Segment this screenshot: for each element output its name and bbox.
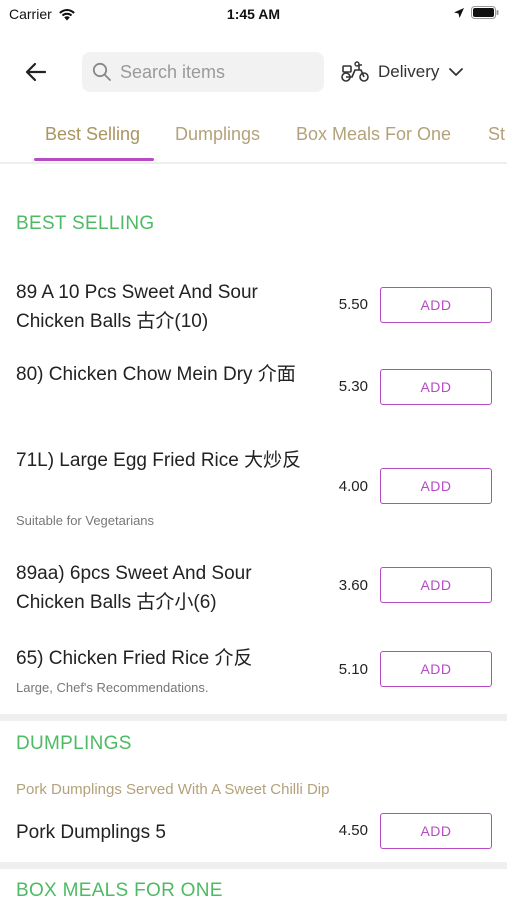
chevron-down-icon — [449, 68, 464, 76]
item-price: 5.10 — [338, 661, 368, 678]
item-price: 4.50 — [338, 822, 368, 839]
section-divider — [0, 714, 507, 721]
search-icon — [92, 62, 111, 81]
tab-box-meals-for-one[interactable]: Box Meals For One — [296, 124, 451, 145]
tab-dumplings[interactable]: Dumplings — [175, 124, 260, 145]
back-button[interactable] — [20, 56, 52, 88]
search-input[interactable] — [120, 61, 310, 83]
item-name: 71L) Large Egg Fried Rice 大炒反 — [16, 450, 302, 471]
item-price: 5.30 — [338, 378, 368, 395]
section-title-dumplings: DUMPLINGS — [16, 733, 132, 754]
section-divider — [0, 862, 507, 869]
item-note: Large, Chef's Recommendations. — [16, 680, 209, 695]
add-button[interactable]: ADD — [380, 468, 492, 504]
add-button[interactable]: ADD — [380, 567, 492, 603]
tab-next-category[interactable]: St — [488, 124, 505, 145]
battery-icon — [471, 6, 499, 19]
top-bar: Delivery — [0, 44, 507, 100]
item-name: 89aa) 6pcs Sweet And Sour Chicken Balls … — [16, 563, 252, 613]
section-title-best-selling: BEST SELLING — [16, 213, 155, 234]
active-tab-indicator — [34, 158, 154, 161]
item-price: 4.00 — [338, 478, 368, 495]
item-name: 89 A 10 Pcs Sweet And Sour Chicken Balls… — [16, 282, 258, 332]
delivery-selector[interactable]: Delivery — [340, 52, 490, 92]
item-price: 5.50 — [338, 296, 368, 313]
add-button[interactable]: ADD — [380, 813, 492, 849]
item-name: 80) Chicken Chow Mein Dry 介面 — [16, 364, 296, 385]
scooter-icon — [341, 61, 369, 82]
add-button[interactable]: ADD — [380, 287, 492, 323]
add-button[interactable]: ADD — [380, 369, 492, 405]
tab-best-selling[interactable]: Best Selling — [45, 124, 140, 145]
back-arrow-icon — [25, 62, 47, 82]
add-button[interactable]: ADD — [380, 651, 492, 687]
status-bar: Carrier 1:45 AM — [0, 0, 507, 30]
clock: 1:45 AM — [226, 6, 281, 22]
category-tabs: Best Selling Dumplings Box Meals For One… — [0, 114, 507, 164]
status-right — [453, 6, 499, 19]
item-name: 65) Chicken Fried Rice 介反 — [16, 648, 253, 669]
delivery-label: Delivery — [378, 62, 440, 81]
item-name: Pork Dumplings 5 — [16, 822, 166, 843]
section-title-box-meals: BOX MEALS FOR ONE — [16, 880, 223, 900]
item-price: 3.60 — [338, 577, 368, 594]
section-description: Pork Dumplings Served With A Sweet Chill… — [16, 781, 330, 798]
search-box[interactable] — [82, 52, 324, 92]
location-arrow-icon — [454, 7, 464, 18]
item-note: Suitable for Vegetarians — [16, 513, 155, 528]
